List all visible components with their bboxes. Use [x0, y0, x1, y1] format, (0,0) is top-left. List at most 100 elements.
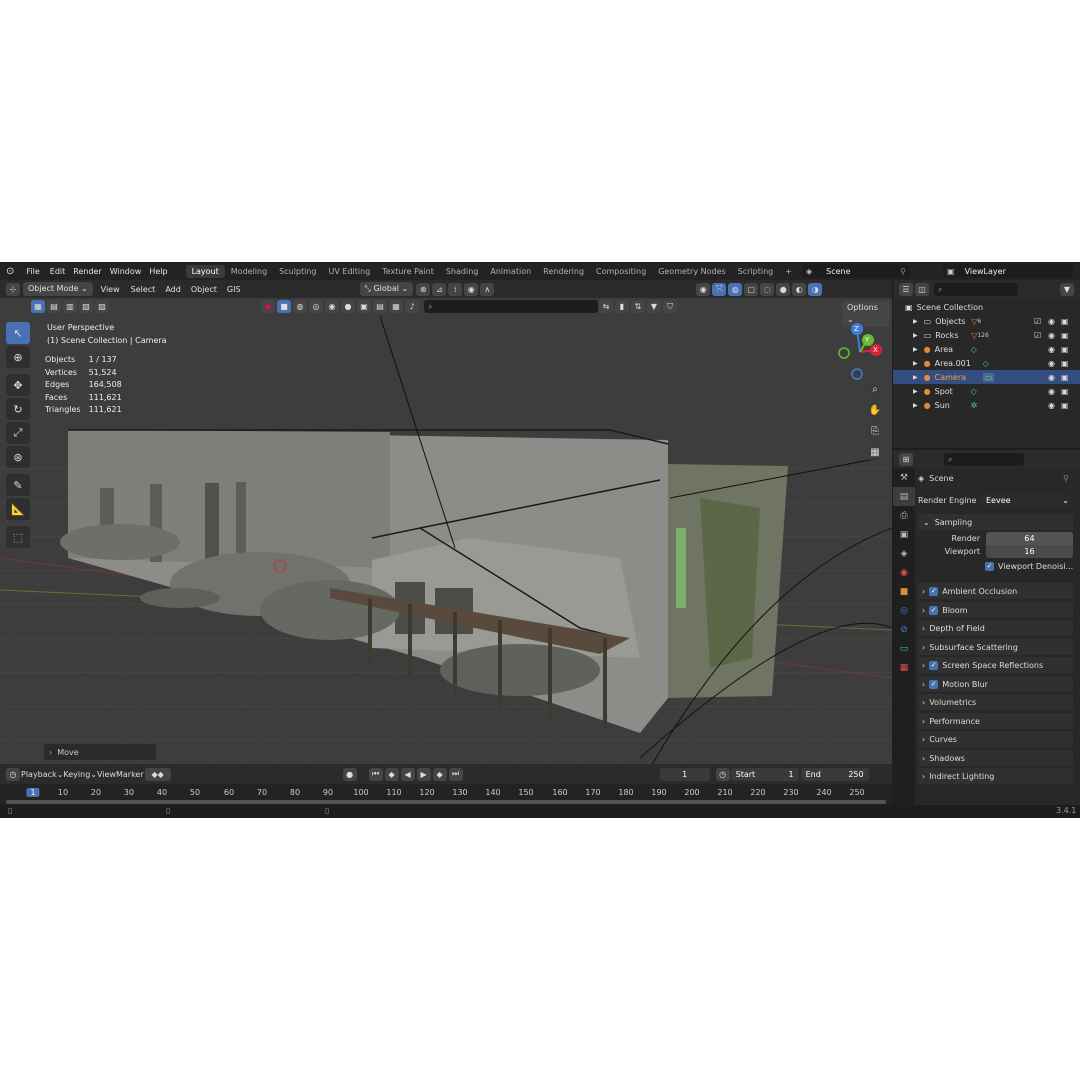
3d-viewport[interactable]: User Perspective (1) Scene Collection | … — [0, 298, 892, 764]
menu-render[interactable]: Render — [69, 267, 105, 276]
outliner-item-objects[interactable]: ▶ ▭ Objects ▽ 6 ☑ ◉ ▣ — [893, 314, 1080, 328]
wireframe-shading-icon[interactable]: ◌ — [760, 282, 775, 296]
sort-icon[interactable]: ⇅ — [631, 300, 645, 313]
outliner-filter-icon[interactable]: ▼ — [1060, 282, 1074, 296]
panel-performance[interactable]: › Performance — [918, 713, 1073, 729]
viewport-search-input[interactable]: ⌕ — [424, 300, 598, 313]
properties-search-input[interactable]: ⌕ — [944, 452, 1024, 466]
display-mode-icon[interactable]: ■ — [277, 300, 291, 313]
panel-curves[interactable]: › Curves — [918, 731, 1073, 747]
physics-tab-icon[interactable]: ◎ — [893, 601, 915, 620]
panel-volumetrics[interactable]: › Volumetrics — [918, 694, 1073, 710]
pan-hand-icon[interactable]: ✋ — [866, 401, 884, 419]
outliner-item-camera[interactable]: ▶ ● Camera ▭ ◉ ▣ — [893, 370, 1080, 384]
pin-icon[interactable]: ⚲ — [900, 267, 910, 276]
eye-icon[interactable]: ◉ — [1048, 331, 1055, 340]
panel-screen-space-reflections[interactable]: › ✓ Screen Space Reflections — [918, 657, 1073, 673]
timeline-scrollbar[interactable] — [6, 800, 886, 804]
eye-icon[interactable]: ◉ — [1048, 359, 1055, 368]
gizmo-toggle-icon[interactable]: ⤧ — [712, 282, 727, 296]
expand-arrow-icon[interactable]: ▶ — [913, 360, 918, 367]
select-subtract-icon[interactable]: ▥ — [63, 300, 77, 313]
clock-icon[interactable]: ◷ — [715, 767, 730, 781]
expand-arrow-icon[interactable]: ▶ — [913, 402, 918, 409]
camera-render-icon[interactable]: ▣ — [1061, 317, 1069, 326]
menu-edit[interactable]: Edit — [46, 267, 70, 276]
mode-dropdown[interactable]: Object Mode ⌄ — [23, 282, 93, 296]
measure-tool-icon[interactable]: 📐 — [6, 498, 30, 520]
render-samples-field[interactable]: 64 — [986, 532, 1073, 545]
view-layer-tab-icon[interactable]: ▣ — [893, 525, 915, 544]
panel-checkbox[interactable]: ✓ — [929, 660, 939, 670]
menu-window[interactable]: Window — [106, 267, 146, 276]
playhead-frame[interactable]: 1 — [26, 788, 40, 797]
jump-start-icon[interactable]: ⏮ — [368, 767, 383, 781]
expand-arrow-icon[interactable]: ▶ — [913, 332, 918, 339]
camera-render-icon[interactable]: ▣ — [1061, 345, 1069, 354]
tab-modeling[interactable]: Modeling — [225, 265, 273, 278]
timeline-editor-icon[interactable]: ◷ — [6, 767, 20, 781]
annotate-tool-icon[interactable]: ✎ — [6, 474, 30, 496]
select-tool-icon[interactable]: ↖ — [6, 322, 30, 344]
outliner-root[interactable]: ▣ Scene Collection — [893, 300, 1080, 314]
denoise-checkbox[interactable]: ✓ — [985, 562, 994, 571]
tab-sculpting[interactable]: Sculpting — [273, 265, 322, 278]
rotate-tool-icon[interactable]: ↻ — [6, 398, 30, 420]
jump-end-icon[interactable]: ⏭ — [448, 767, 463, 781]
pivot-icon[interactable]: ⊗ — [416, 282, 431, 296]
sync-icon[interactable]: ⇆ — [599, 300, 613, 313]
play-icon[interactable]: ▶ — [416, 767, 431, 781]
outliner-search-input[interactable]: ⌕ — [934, 282, 1018, 296]
eye-icon[interactable]: ◉ — [1048, 401, 1055, 410]
camera-render-icon[interactable]: ▣ — [1061, 331, 1069, 340]
select-extend-icon[interactable]: ▤ — [47, 300, 61, 313]
end-frame-field[interactable]: End 250 — [800, 767, 869, 781]
texture-tab-icon[interactable]: ▦ — [893, 658, 915, 677]
object-tab-icon[interactable]: ■ — [893, 582, 915, 601]
pin-icon[interactable]: ⚲ — [1063, 474, 1069, 483]
filter-icon[interactable]: ▼ — [647, 300, 661, 313]
zoom-icon[interactable]: ⌕ — [866, 380, 884, 398]
tab-shading[interactable]: Shading — [440, 265, 485, 278]
tool-tab-icon[interactable]: ⚒ — [893, 468, 915, 487]
select-box-icon[interactable]: ▦ — [31, 300, 45, 313]
panel-ambient-occlusion[interactable]: › ✓ Ambient Occlusion — [918, 583, 1073, 599]
filter-sphere-icon[interactable]: ◍ — [293, 300, 307, 313]
render-engine-dropdown[interactable]: Eevee ⌄ — [980, 494, 1073, 507]
next-keyframe-icon[interactable]: ◆ — [432, 767, 447, 781]
outliner-item-spot[interactable]: ▶ ● Spot ◇ ◉ ▣ — [893, 384, 1080, 398]
menu-help[interactable]: Help — [145, 267, 171, 276]
keying-menu[interactable]: Keying ⌄ — [63, 765, 97, 783]
expand-arrow-icon[interactable]: ▶ — [913, 388, 918, 395]
filter-node-icon[interactable]: ▦ — [389, 300, 403, 313]
filter-sound-icon[interactable]: ♪ — [405, 300, 419, 313]
shield-icon[interactable]: ⛉ — [663, 300, 677, 313]
bookmark-icon[interactable]: ▮ — [615, 300, 629, 313]
data-tab-icon[interactable]: ▭ — [893, 639, 915, 658]
viewport-menu-select[interactable]: Select — [125, 280, 161, 298]
world-tab-icon[interactable]: ◉ — [893, 563, 915, 582]
tab-compositing[interactable]: Compositing — [590, 265, 652, 278]
outliner-item-area[interactable]: ▶ ● Area ◇ ◉ ▣ — [893, 342, 1080, 356]
viewport-samples-field[interactable]: 16 — [986, 545, 1073, 558]
filter-text-icon[interactable]: ▤ — [373, 300, 387, 313]
panel-checkbox[interactable]: ✓ — [929, 586, 939, 596]
proportional-edit-icon[interactable]: ◉ — [464, 282, 479, 296]
tab-animation[interactable]: Animation — [484, 265, 537, 278]
filter-image-icon[interactable]: ▣ — [357, 300, 371, 313]
filter-world-icon[interactable]: ◉ — [325, 300, 339, 313]
viewport-menu-add[interactable]: Add — [160, 280, 186, 298]
camera-view-icon[interactable]: ⎘ — [866, 422, 884, 440]
record-icon[interactable]: ● — [342, 767, 357, 781]
prev-keyframe-icon[interactable]: ◆ — [384, 767, 399, 781]
eye-icon[interactable]: ◉ — [1048, 373, 1055, 382]
select-intersect-icon[interactable]: ▨ — [95, 300, 109, 313]
eye-icon[interactable]: ◉ — [1048, 345, 1055, 354]
outliner-item-rocks[interactable]: ▶ ▭ Rocks ▽ 126 ☑ ◉ ▣ — [893, 328, 1080, 342]
panel-depth-of-field[interactable]: › Depth of Field — [918, 620, 1073, 636]
marker-menu[interactable]: Marker — [116, 765, 144, 783]
select-invert-icon[interactable]: ▧ — [79, 300, 93, 313]
viewport-menu-object[interactable]: Object — [185, 280, 222, 298]
current-frame-field[interactable]: 1 — [659, 767, 710, 781]
properties-editor-icon[interactable]: ⊞ — [899, 452, 913, 466]
